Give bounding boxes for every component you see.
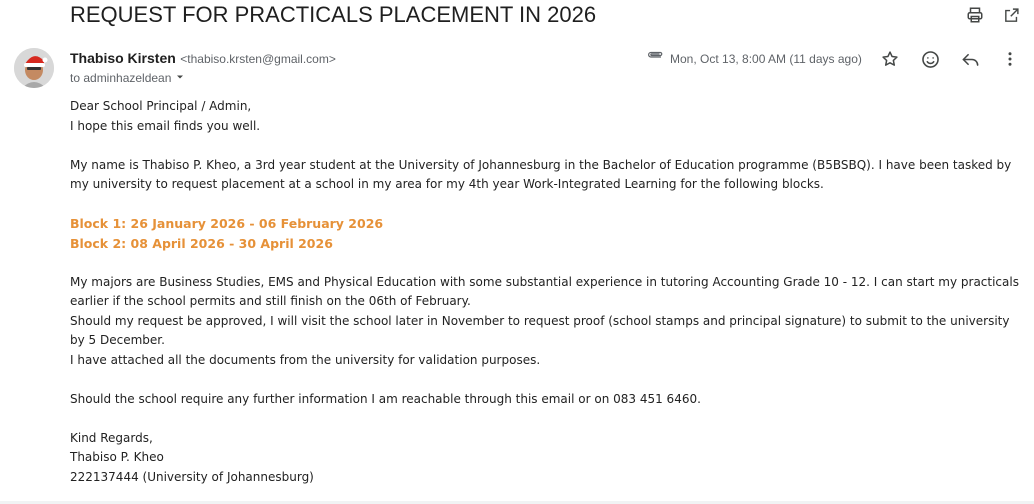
body-paragraph-contact: Should the school require any further in… xyxy=(70,391,701,406)
emoji-reaction-icon[interactable] xyxy=(920,49,940,69)
greeting: Dear School Principal / Admin, xyxy=(70,99,252,113)
paperclip-icon xyxy=(646,51,664,66)
sender-line: Thabiso Kirsten <thabiso.krsten@gmail.co… xyxy=(70,50,336,68)
sender-email: <thabiso.krsten@gmail.com> xyxy=(180,52,336,66)
body-paragraph-approval: Should my request be approved, I will vi… xyxy=(70,313,1010,348)
caret-down-icon[interactable] xyxy=(175,71,185,85)
body-paragraph-majors: My majors are Business Studies, EMS and … xyxy=(70,274,1019,309)
reply-icon[interactable] xyxy=(960,49,980,69)
thread-actions xyxy=(966,6,1020,24)
signature-id: 222137444 (University of Johannesburg) xyxy=(70,469,314,484)
opening-line: I hope this email finds you well. xyxy=(70,118,261,133)
signature-name: Thabiso P. Kheo xyxy=(70,450,164,464)
message-date: Mon, Oct 13, 8:00 AM (11 days ago) xyxy=(670,51,862,66)
recipient-line[interactable]: to adminhazeldean xyxy=(70,71,185,85)
block-2-dates: Block 2: 08 April 2026 - 30 April 2026 xyxy=(70,235,333,251)
body-paragraph-attachments: I have attached all the documents from t… xyxy=(70,352,541,367)
block-1-dates: Block 1: 26 January 2026 - 06 February 2… xyxy=(70,216,384,231)
message-meta: Mon, Oct 13, 8:00 AM (11 days ago) xyxy=(646,51,862,66)
message-actions xyxy=(880,49,1020,69)
recipient-label: to adminhazeldean xyxy=(70,71,172,85)
open-in-new-window-icon[interactable] xyxy=(1002,6,1020,24)
star-icon[interactable] xyxy=(880,49,900,69)
sender-avatar[interactable] xyxy=(14,48,54,88)
print-icon[interactable] xyxy=(966,6,984,24)
more-vertical-icon[interactable] xyxy=(1000,49,1020,69)
closing: Kind Regards, xyxy=(70,430,153,445)
email-subject: REQUEST FOR PRACTICALS PLACEMENT IN 2026 xyxy=(70,2,597,27)
email-body: Dear School Principal / Admin, I hope th… xyxy=(70,97,1020,487)
sender-name[interactable]: Thabiso Kirsten xyxy=(70,50,176,66)
body-paragraph-intro: My name is Thabiso P. Kheo, a 3rd year s… xyxy=(70,157,1012,192)
